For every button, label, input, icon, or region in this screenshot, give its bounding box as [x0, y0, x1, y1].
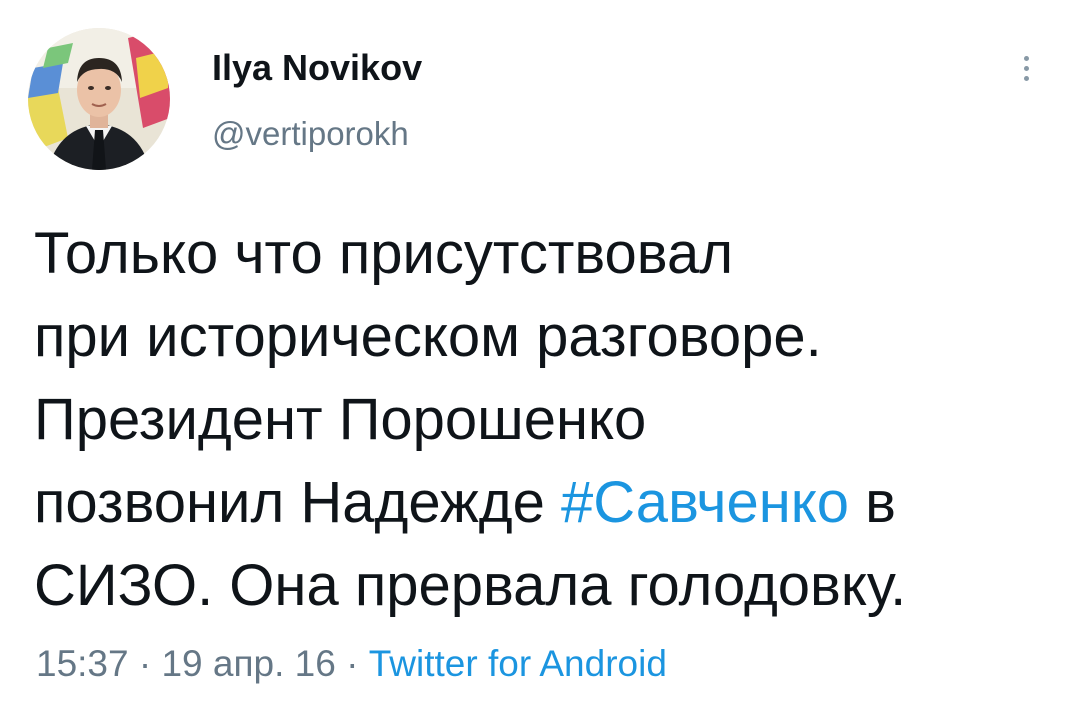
- more-vertical-icon[interactable]: [1008, 46, 1044, 90]
- tweet-time[interactable]: 15:37: [36, 643, 129, 684]
- author-handle[interactable]: @vertiporokh: [212, 112, 409, 156]
- tweet-text-segment: в: [849, 470, 896, 535]
- meta-separator: ·: [335, 643, 369, 684]
- meta-separator: ·: [128, 643, 162, 684]
- avatar-image: [28, 28, 170, 170]
- tweet-text-line: при историческом разговоре.: [34, 304, 822, 369]
- tweet-text: Только что присутствовал при историческо…: [34, 212, 1064, 627]
- tweet-text-line: Только что присутствовал: [34, 221, 734, 286]
- tweet-card: Ilya Novikov @vertiporokh Только что при…: [0, 0, 1080, 714]
- tweet-text-line: Президент Порошенко: [34, 387, 647, 452]
- tweet-source-link[interactable]: Twitter for Android: [369, 643, 667, 684]
- tweet-text-line: позвонил Надежде #Савченко в: [34, 461, 1064, 544]
- avatar[interactable]: [28, 28, 170, 170]
- hashtag-link[interactable]: #Савченко: [561, 470, 849, 535]
- more-dot: [1023, 75, 1029, 81]
- tweet-text-segment: позвонил Надежде: [34, 470, 562, 535]
- tweet-text-line: СИЗО. Она прервала голодовку.: [34, 553, 907, 618]
- author-name[interactable]: Ilya Novikov: [212, 46, 422, 90]
- more-dot: [1023, 55, 1029, 61]
- tweet-date[interactable]: 19 апр. 16: [161, 643, 335, 684]
- more-dot: [1023, 65, 1029, 71]
- tweet-meta: 15:37 · 19 апр. 16 · Twitter for Android: [36, 640, 667, 688]
